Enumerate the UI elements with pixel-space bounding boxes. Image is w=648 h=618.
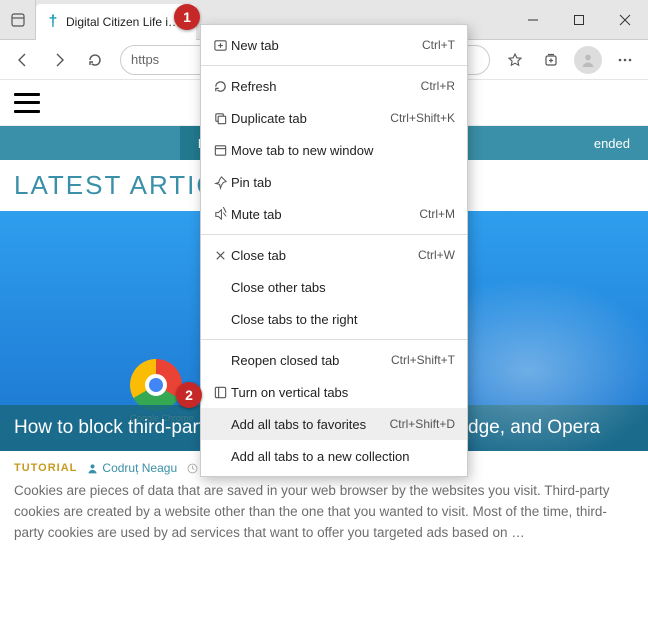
article-excerpt: Cookies are pieces of data that are save… [0, 479, 648, 556]
back-button[interactable] [6, 44, 40, 76]
tab-actions-icon [11, 13, 25, 27]
close-icon [209, 248, 231, 263]
settings-menu-button[interactable] [608, 44, 642, 76]
duplicate-icon [209, 111, 231, 126]
address-text: https [131, 52, 159, 67]
new-tab-icon [209, 38, 231, 53]
menu-close-other-tabs[interactable]: Close other tabs [201, 271, 467, 303]
menu-separator [201, 234, 467, 235]
menu-close-tabs-right[interactable]: Close tabs to the right [201, 303, 467, 335]
close-window-button[interactable] [602, 0, 648, 39]
forward-button[interactable] [42, 44, 76, 76]
tab-title: Digital Citizen Life in a... [66, 15, 186, 29]
nav-recommended[interactable]: ended [576, 126, 648, 160]
pin-icon [209, 175, 231, 190]
category-badge: TUTORIAL [14, 462, 77, 474]
favorites-button[interactable] [498, 44, 532, 76]
refresh-button[interactable] [78, 44, 112, 76]
menu-separator [201, 339, 467, 340]
maximize-button[interactable] [556, 0, 602, 39]
article-author[interactable]: Codruț Neagu [87, 461, 177, 475]
callout-2: 2 [176, 382, 202, 408]
menu-new-tab[interactable]: New tab Ctrl+T [201, 29, 467, 61]
profile-button[interactable] [574, 46, 602, 74]
refresh-icon [209, 79, 231, 94]
callout-1: 1 [174, 4, 200, 30]
minimize-button[interactable] [510, 0, 556, 39]
menu-refresh[interactable]: Refresh Ctrl+R [201, 70, 467, 102]
clock-icon [187, 463, 198, 474]
menu-close-tab[interactable]: Close tab Ctrl+W [201, 239, 467, 271]
menu-move-to-window[interactable]: Move tab to new window [201, 134, 467, 166]
mute-icon [209, 207, 231, 222]
menu-separator [201, 65, 467, 66]
tab-context-menu: New tab Ctrl+T Refresh Ctrl+R Duplicate … [200, 24, 468, 477]
vertical-tabs-icon [209, 385, 231, 400]
window-controls [510, 0, 648, 39]
menu-pin-tab[interactable]: Pin tab [201, 166, 467, 198]
browser-tab[interactable]: † Digital Citizen Life in a... [36, 4, 196, 40]
hamburger-menu-button[interactable] [14, 93, 40, 113]
menu-reopen-closed-tab[interactable]: Reopen closed tab Ctrl+Shift+T [201, 344, 467, 376]
menu-vertical-tabs[interactable]: Turn on vertical tabs [201, 376, 467, 408]
tab-actions-button[interactable] [0, 0, 36, 39]
window-icon [209, 143, 231, 158]
menu-mute-tab[interactable]: Mute tab Ctrl+M [201, 198, 467, 230]
person-icon [87, 463, 98, 474]
collections-button[interactable] [534, 44, 568, 76]
cross-favicon: † [46, 15, 60, 29]
menu-add-all-to-favorites[interactable]: Add all tabs to favorites Ctrl+Shift+D [201, 408, 467, 440]
menu-add-all-to-collection[interactable]: Add all tabs to a new collection [201, 440, 467, 472]
menu-duplicate-tab[interactable]: Duplicate tab Ctrl+Shift+K [201, 102, 467, 134]
